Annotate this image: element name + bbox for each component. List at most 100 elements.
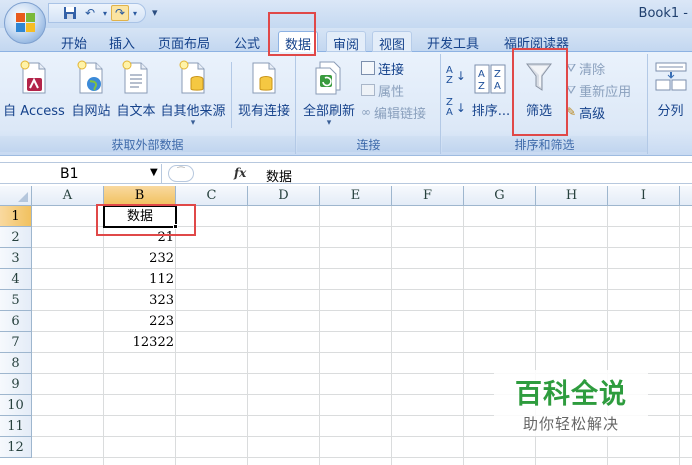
row-header-5[interactable]: 5 [0, 290, 32, 311]
from-other-sources-button[interactable]: 自其他来源 ▾ [158, 56, 228, 134]
cell-b7[interactable]: 12322 [104, 332, 176, 353]
row-header-11[interactable]: 11 [0, 416, 32, 437]
save-icon[interactable] [61, 5, 79, 21]
office-logo-icon [16, 13, 36, 33]
sort-button[interactable]: A Z Z A 排序... [470, 56, 512, 134]
sort-za-icon: ZA [446, 97, 453, 118]
undo-dropdown-icon[interactable]: ▾ [101, 5, 109, 21]
properties-button[interactable]: 属性 [361, 80, 404, 100]
tab-foxit[interactable]: 福昕阅读器 [498, 31, 575, 52]
divider [231, 62, 232, 128]
from-web-label: 自网站 [71, 104, 111, 119]
tab-developer[interactable]: 开发工具 [421, 31, 485, 52]
svg-text:Z: Z [478, 81, 485, 92]
cell-b2[interactable]: 21 [104, 227, 176, 248]
customize-qat-icon[interactable]: ▾ [152, 6, 158, 19]
row-header-4[interactable]: 4 [0, 269, 32, 290]
advanced-label: 高级 [579, 106, 606, 122]
group-label-connections: 连接 [297, 136, 440, 152]
access-icon [20, 60, 46, 94]
group-connections: 全部刷新 ▾ 连接 属性 ∞ 编辑链接 连接 [297, 54, 441, 154]
edit-links-button[interactable]: ∞ 编辑链接 [361, 102, 426, 122]
column-header-d[interactable]: D [248, 186, 320, 206]
text-to-columns-button[interactable]: 分列 [649, 56, 692, 134]
filter-funnel-icon [526, 63, 552, 91]
other-sources-icon [179, 60, 205, 94]
row-header-2[interactable]: 2 [0, 227, 32, 248]
redo-dropdown-icon[interactable]: ▾ [131, 5, 139, 21]
ribbon: 自 Access 自网站 自文本 自其他来源 ▾ 现有连接 获取外部数据 全部刷… [0, 52, 692, 156]
column-header-f[interactable]: F [392, 186, 464, 206]
filter-button[interactable]: 筛选 [516, 56, 562, 134]
text-file-icon [122, 60, 148, 94]
tab-insert[interactable]: 插入 [103, 31, 141, 52]
sort-za-button[interactable]: Z A ↓ [446, 98, 466, 118]
from-text-button[interactable]: 自文本 [114, 56, 158, 134]
sort-az-button[interactable]: A Z ↓ [446, 66, 466, 86]
office-button[interactable] [4, 2, 46, 44]
row-header-7[interactable]: 7 [0, 332, 32, 353]
reapply-button[interactable]: ⛛ 重新应用 [566, 80, 631, 100]
tab-data[interactable]: 数据 [278, 31, 319, 53]
chevron-down-icon: ▾ [190, 118, 196, 128]
column-header-e[interactable]: E [320, 186, 392, 206]
title-bar: ↶ ▾ ↷ ▾ ▾ Book1 - [0, 0, 692, 28]
select-all-button[interactable] [0, 186, 32, 206]
properties-icon [361, 84, 375, 96]
link-icon: ∞ [361, 105, 371, 119]
existing-connections-button[interactable]: 现有连接 [234, 56, 294, 134]
column-header-g[interactable]: G [464, 186, 536, 206]
tab-home[interactable]: 开始 [55, 31, 93, 52]
text-to-columns-label: 分列 [657, 104, 684, 119]
cell-b5[interactable]: 323 [104, 290, 176, 311]
row-header-3[interactable]: 3 [0, 248, 32, 269]
clear-label: 清除 [579, 62, 606, 78]
row-header-9[interactable]: 9 [0, 374, 32, 395]
advanced-filter-icon: ✎ [566, 105, 577, 119]
row-header-12[interactable]: 12 [0, 437, 32, 458]
name-box-value: B1 [60, 166, 79, 182]
from-web-button[interactable]: 自网站 [68, 56, 114, 134]
from-access-button[interactable]: 自 Access [2, 56, 66, 134]
sort-icon: A Z Z A [474, 64, 506, 94]
gridline [319, 206, 320, 465]
gridline [247, 206, 248, 465]
chevron-down-icon[interactable]: ▼ [150, 167, 158, 178]
group-data-tools: 分列 [649, 54, 692, 154]
redo-icon[interactable]: ↷ [111, 5, 129, 21]
connections-icon [361, 61, 375, 75]
sort-label: 排序... [471, 104, 511, 119]
column-header-b[interactable]: B [104, 186, 176, 206]
undo-icon[interactable]: ↶ [81, 5, 99, 21]
cell-b4[interactable]: 112 [104, 269, 176, 290]
connections-button[interactable]: 连接 [361, 58, 404, 78]
refresh-all-button[interactable]: 全部刷新 ▾ [299, 56, 359, 134]
cell-b3[interactable]: 232 [104, 248, 176, 269]
column-header-a[interactable]: A [32, 186, 104, 206]
svg-text:Z: Z [494, 69, 501, 80]
formula-bar: B1 ▼ ⁀ fx 数据 [0, 162, 692, 185]
row-header-10[interactable]: 10 [0, 395, 32, 416]
clear-button[interactable]: ⛛ 清除 [566, 58, 605, 78]
column-header-h[interactable]: H [536, 186, 608, 206]
name-box[interactable]: B1 ▼ [0, 164, 162, 184]
column-header-partial [680, 186, 692, 206]
row-header-8[interactable]: 8 [0, 353, 32, 374]
group-label-get-external-data: 获取外部数据 [0, 136, 295, 152]
tab-formulas[interactable]: 公式 [228, 31, 266, 52]
advanced-button[interactable]: ✎ 高级 [566, 102, 605, 122]
tab-review[interactable]: 审阅 [326, 31, 367, 53]
tab-view[interactable]: 视图 [372, 31, 413, 53]
column-header-i[interactable]: I [608, 186, 680, 206]
formula-buttons: ⁀ fx [164, 164, 256, 184]
tab-page-layout[interactable]: 页面布局 [152, 31, 216, 52]
row-header-6[interactable]: 6 [0, 311, 32, 332]
cell-b6[interactable]: 223 [104, 311, 176, 332]
sort-az-icon: AZ [446, 65, 453, 86]
group-sort-filter: A Z ↓ Z A ↓ A Z Z A 排序... 筛选 ⛛ 清除 ⛛ 重新应用… [442, 54, 648, 154]
formula-input[interactable]: 数据 [266, 166, 292, 185]
column-header-c[interactable]: C [176, 186, 248, 206]
insert-function-icon[interactable]: fx [234, 166, 246, 180]
fill-handle[interactable] [173, 224, 178, 229]
row-header-1[interactable]: 1 [0, 206, 32, 227]
